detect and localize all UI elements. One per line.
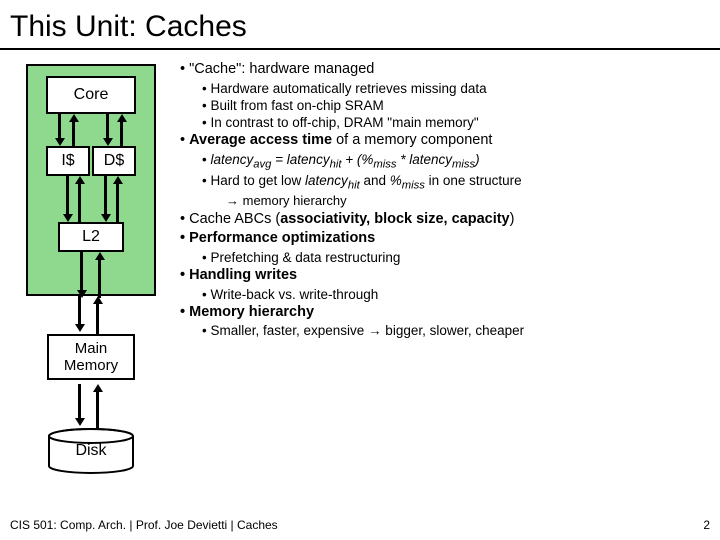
arrow-shaft [80,252,83,292]
sub: avg [253,159,271,171]
txt: + (% [341,152,373,167]
mainmem-line1: Main [49,340,133,357]
arrow-up-icon [93,296,103,304]
txt: associativity, block size, capacity [280,211,509,227]
bullet-avg-access: Average access time of a memory componen… [180,131,714,150]
sub: miss [452,159,475,171]
bullet-cache: "Cache": hardware managed [180,60,714,79]
arrow-down-icon [101,214,111,222]
arrow-up-icon [117,114,127,122]
txt: Cache ABCs ( [189,211,280,227]
arrow-down-icon [103,138,113,146]
arrow-shaft [106,114,109,138]
arrow-shaft [78,184,81,222]
txt: of a memory component [332,132,492,148]
arrow-up-icon [75,176,85,184]
arrow-shaft [120,122,123,146]
txt: ) [510,211,515,227]
bullet-abcs: Cache ABCs (associativity, block size, c… [180,210,714,229]
arrow-gap [26,296,156,334]
arrow-shaft [104,176,107,214]
chip-box: Core I$ D$ L2 [26,64,156,296]
disk-label: Disk [47,428,135,474]
sub: miss [402,180,425,192]
bullet-latency-formula: latencyavg = latencyhit + (%miss * laten… [202,151,714,172]
bullet-hierarchy: Memory hierarchy [180,303,714,322]
txt: latency [305,173,348,188]
bullet-perf-opt: Performance optimizations [180,229,714,248]
arrow-shaft [96,392,99,428]
txt: latency [210,152,253,167]
bullet-hard-low: Hard to get low latencyhit and %miss in … [202,172,714,210]
arrow-up-icon [113,176,123,184]
txt: * latency [396,152,452,167]
sub-arrow-hierarchy: → memory hierarchy [226,193,714,210]
bullet-sram: Built from fast on-chip SRAM [202,97,714,114]
bullet-wb-wt: Write-back vs. write-through [202,286,714,303]
arrow-down-icon [63,214,73,222]
arrow-up-icon [95,252,105,260]
mainmem-line2: Memory [49,357,133,374]
sub: hit [348,180,360,192]
arrow-shaft [116,184,119,222]
slide-title: This Unit: Caches [0,0,720,50]
arrow-shaft [72,122,75,146]
icache-box: I$ [46,146,90,176]
bullet-hw-retrieves: Hardware automatically retrieves missing… [202,80,714,97]
footer: CIS 501: Comp. Arch. | Prof. Joe Deviett… [10,518,710,532]
arrow-shaft [78,296,81,326]
arrow-down-icon [75,324,85,332]
arrow-shaft [66,176,69,214]
txt: Average access time [189,132,332,148]
l2-box: L2 [58,222,124,252]
txt: ) [475,152,480,167]
disk-box: Disk [47,428,135,474]
txt: = latency [271,152,329,167]
dcache-box: D$ [92,146,136,176]
bullet-smaller-faster: Smaller, faster, expensive → bigger, slo… [202,322,714,339]
arrow-shaft [96,304,99,334]
arrow-down-icon [55,138,65,146]
arrow-shaft [58,114,61,138]
bullet-dram: In contrast to off-chip, DRAM "main memo… [202,114,714,131]
diagram-column: Core I$ D$ L2 [6,58,176,474]
sub: hit [330,159,342,171]
sub: miss [373,159,396,171]
arrow-shaft [98,258,101,298]
arrow-up-icon [69,114,79,122]
txt: in one structure [425,173,522,188]
content-row: Core I$ D$ L2 [0,58,720,474]
footer-left: CIS 501: Comp. Arch. | Prof. Joe Deviett… [10,518,278,532]
arrow-up-icon [93,384,103,392]
txt: % [390,173,402,188]
arrow-down-icon [75,418,85,426]
bullet-writes: Handling writes [180,266,714,285]
page-number: 2 [703,518,710,532]
txt: and [360,173,390,188]
arrow-shaft [78,384,81,420]
mainmem-box: Main Memory [47,334,135,380]
core-box: Core [46,76,136,114]
txt: Hard to get low [210,173,305,188]
bullets-column: "Cache": hardware managed Hardware autom… [176,58,714,474]
bullet-prefetch: Prefetching & data restructuring [202,249,714,266]
arrow-gap2 [26,380,156,428]
